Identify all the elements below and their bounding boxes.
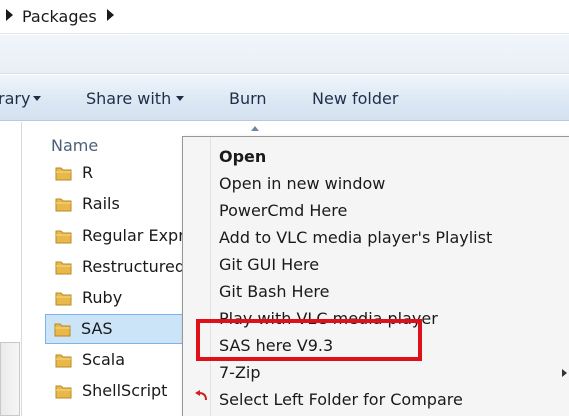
menu-item-git-bash[interactable]: Git Bash Here [219, 282, 330, 301]
submenu-arrow-icon [562, 369, 567, 377]
chevron-down-icon[interactable] [176, 96, 184, 101]
library-button[interactable]: rary [0, 89, 30, 108]
menu-item-vlc-playlist[interactable]: Add to VLC media player's Playlist [219, 228, 492, 247]
menu-item-powercmd[interactable]: PowerCmd Here [219, 201, 347, 220]
address-bar[interactable]: Packages [0, 0, 569, 34]
list-item-label: Scala [82, 350, 126, 369]
breadcrumb-chevron-icon[interactable] [6, 9, 13, 21]
chevron-down-icon[interactable] [33, 96, 41, 101]
folder-icon [55, 167, 72, 181]
toolbar-band [0, 35, 569, 74]
list-item-label: ShellScript [82, 381, 168, 400]
folder-icon [55, 198, 72, 212]
menu-icon-gutter [210, 137, 211, 416]
sort-ascending-icon [251, 126, 259, 131]
menu-item-select-left-compare[interactable]: Select Left Folder for Compare [219, 390, 463, 409]
folder-icon [54, 323, 71, 337]
nav-scrollbar[interactable] [0, 342, 20, 416]
menu-item-git-gui[interactable]: Git GUI Here [219, 255, 319, 274]
list-item-label: Rails [82, 194, 120, 213]
list-item-label: Ruby [82, 288, 123, 307]
compare-icon [195, 390, 207, 401]
context-menu: Open Open in new window PowerCmd Here Ad… [182, 136, 569, 416]
breadcrumb-chevron-icon[interactable] [107, 9, 114, 21]
folder-icon [55, 354, 72, 368]
burn-button[interactable]: Burn [229, 89, 267, 108]
list-item-label: R [82, 163, 94, 182]
new-folder-button[interactable]: New folder [312, 89, 398, 108]
folder-icon [55, 292, 72, 306]
folder-icon [55, 385, 72, 399]
share-with-button[interactable]: Share with [86, 89, 171, 108]
menu-item-open[interactable]: Open [219, 147, 266, 166]
list-item-label: SAS [81, 319, 113, 338]
column-header-name[interactable]: Name [51, 136, 98, 155]
menu-item-vlc-play[interactable]: Play with VLC media player [219, 309, 438, 328]
list-item-label: Regular Expr [82, 226, 185, 245]
folder-icon [55, 261, 72, 275]
folder-icon [55, 230, 72, 244]
menu-item-open-new-window[interactable]: Open in new window [219, 174, 385, 193]
list-item-label: Restructured [82, 257, 186, 276]
navigation-pane[interactable] [0, 122, 22, 416]
breadcrumb-packages[interactable]: Packages [22, 7, 97, 26]
menu-item-sas-here[interactable]: SAS here V9.3 [219, 336, 333, 355]
command-bar: rary Share with Burn New folder [0, 75, 569, 121]
menu-item-7zip[interactable]: 7-Zip [219, 363, 261, 382]
